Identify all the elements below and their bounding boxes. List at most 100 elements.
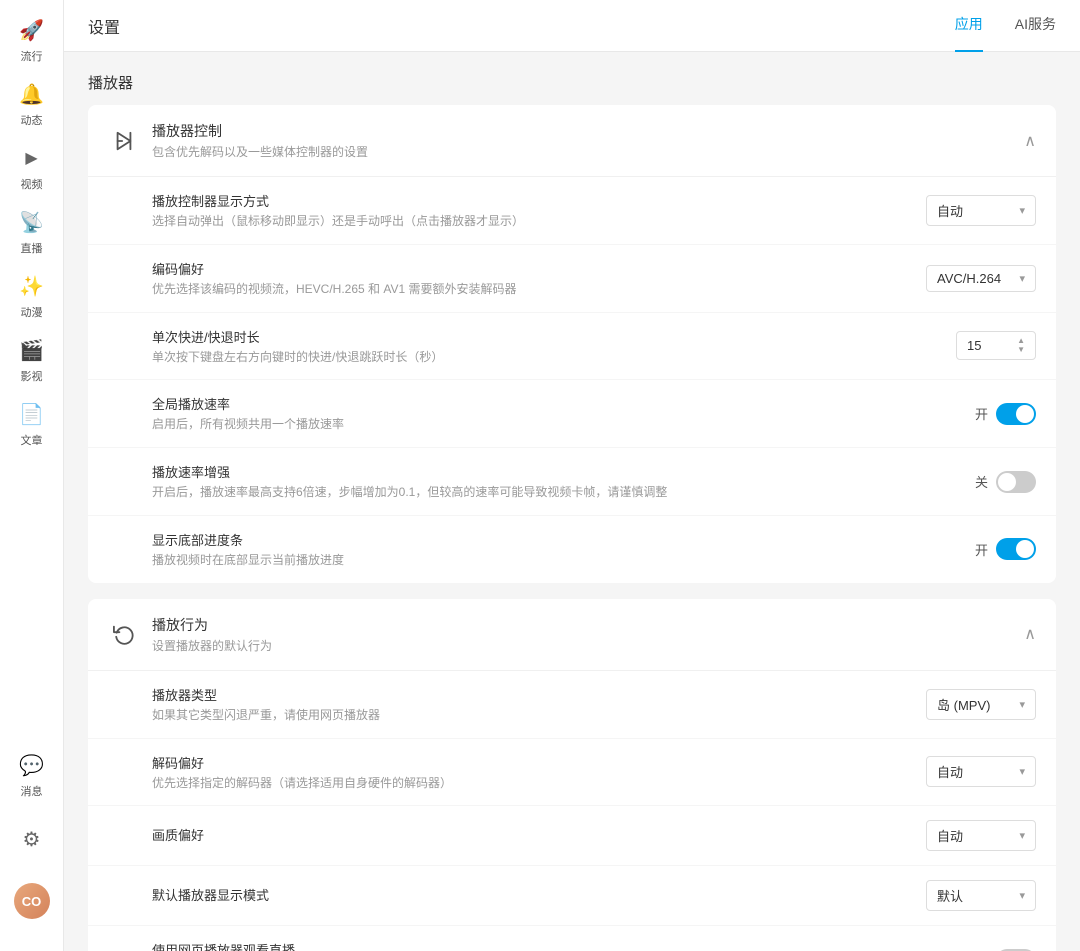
row-desc: 启用后，所有视频共用一个播放速率 [152, 416, 975, 433]
card-title: 播放行为 [152, 615, 1024, 635]
message-icon: 💬 [18, 751, 46, 779]
row-right: 开 [975, 538, 1036, 560]
row-player-type: 播放器类型 如果其它类型闪退严重，请使用网页播放器 岛 (MPV) ▾ [88, 671, 1056, 739]
sidebar-item-article[interactable]: 📄 文章 [0, 392, 64, 456]
card-header-player-behavior[interactable]: 播放行为 设置播放器的默认行为 ∧ [88, 599, 1056, 671]
number-skip[interactable]: 15 ▲ ▼ [956, 331, 1036, 360]
row-desc: 单次按下键盘左右方向键时的快进/快退跳跃时长（秒） [152, 349, 956, 366]
sidebar-item-avatar[interactable]: CO [0, 871, 64, 935]
dynamic-icon: 🔔 [18, 80, 46, 108]
row-left: 单次快进/快退时长 单次按下键盘左右方向键时的快进/快退跳跃时长（秒） [152, 327, 956, 366]
sidebar-item-message[interactable]: 💬 消息 [0, 743, 64, 807]
number-value: 15 [967, 338, 981, 353]
card-player-control: 播放器控制 包含优先解码以及一些媒体控制器的设置 ∧ 播放控制器显示方式 选择自… [88, 105, 1056, 583]
trending-icon: 🚀 [18, 16, 46, 44]
sidebar-label-trending: 流行 [21, 48, 43, 64]
select-player-type[interactable]: 岛 (MPV) ▾ [926, 689, 1036, 720]
toggle-knob [998, 473, 1016, 491]
row-title: 默认播放器显示模式 [152, 885, 926, 904]
page-title: 设置 [88, 14, 120, 38]
select-value: 自动 [937, 762, 963, 781]
row-title: 单次快进/快退时长 [152, 327, 956, 346]
row-right: 默认 ▾ [926, 880, 1036, 911]
card-header-text: 播放器控制 包含优先解码以及一些媒体控制器的设置 [152, 121, 1024, 160]
sidebar-label-anime: 动漫 [21, 304, 43, 320]
row-left: 画质偏好 [152, 825, 926, 847]
row-right: AVC/H.264 ▾ [926, 265, 1036, 292]
sidebar-bottom: 💬 消息 ⚙ CO [0, 743, 64, 951]
sidebar-item-live[interactable]: 📡 直播 [0, 200, 64, 264]
content-area: 播放器 播放器控制 包含优先解码以及一些媒体控制器的设置 ∧ [64, 52, 1080, 951]
row-display-default: 默认播放器显示模式 默认 ▾ [88, 866, 1056, 926]
row-right: 自动 ▾ [926, 756, 1036, 787]
toggle-knob [1016, 405, 1034, 423]
row-left: 默认播放器显示模式 [152, 885, 926, 907]
toggle-rate-boost[interactable] [996, 471, 1036, 493]
chevron-down-icon: ▾ [1019, 698, 1025, 711]
sidebar-item-film[interactable]: 🎬 影视 [0, 328, 64, 392]
row-title: 编码偏好 [152, 259, 926, 278]
row-left: 解码偏好 优先选择指定的解码器（请选择适用自身硬件的解码器） [152, 753, 926, 792]
header-tabs: 应用 AI服务 [955, 14, 1056, 38]
toggle-label: 关 [975, 472, 988, 491]
number-arrows[interactable]: ▲ ▼ [1017, 337, 1025, 354]
row-left: 使用网页播放器观看直播 如果本机观看直播体验不佳，请打开此选项在网页中观看 [152, 940, 975, 951]
arrow-down-icon[interactable]: ▼ [1017, 346, 1025, 354]
collapse-icon: ∧ [1024, 131, 1036, 151]
select-codec[interactable]: AVC/H.264 ▾ [926, 265, 1036, 292]
sidebar-item-settings[interactable]: ⚙ [0, 807, 64, 871]
arrow-up-icon[interactable]: ▲ [1017, 337, 1025, 345]
row-desc: 播放视频时在底部显示当前播放进度 [152, 552, 975, 569]
select-value: AVC/H.264 [937, 271, 1001, 286]
settings-icon: ⚙ [18, 825, 46, 853]
row-desc: 优先选择该编码的视频流，HEVC/H.265 和 AV1 需要额外安装解码器 [152, 281, 926, 298]
row-right: 自动 ▾ [926, 820, 1036, 851]
tab-app[interactable]: 应用 [955, 14, 983, 38]
row-right: 开 [975, 403, 1036, 425]
row-left: 播放器类型 如果其它类型闪退严重，请使用网页播放器 [152, 685, 926, 724]
chevron-down-icon: ▾ [1019, 204, 1025, 217]
row-title: 使用网页播放器观看直播 [152, 940, 975, 951]
header: 设置 应用 AI服务 [64, 0, 1080, 52]
row-left: 显示底部进度条 播放视频时在底部显示当前播放进度 [152, 530, 975, 569]
chevron-down-icon: ▾ [1019, 765, 1025, 778]
row-web-live: 使用网页播放器观看直播 如果本机观看直播体验不佳，请打开此选项在网页中观看 关 [88, 926, 1056, 951]
select-quality[interactable]: 自动 ▾ [926, 820, 1036, 851]
card-title: 播放器控制 [152, 121, 1024, 141]
toggle-global-rate[interactable] [996, 403, 1036, 425]
chevron-down-icon: ▾ [1019, 889, 1025, 902]
row-display-mode: 播放控制器显示方式 选择自动弹出（鼠标移动即显示）还是手动呼出（点击播放器才显示… [88, 177, 1056, 245]
sidebar-item-dynamic[interactable]: 🔔 动态 [0, 72, 64, 136]
sidebar: 🚀 流行 🔔 动态 ▶ 视频 📡 直播 ✨ 动漫 🎬 影视 📄 文章 💬 消息 … [0, 0, 64, 951]
row-title: 播放器类型 [152, 685, 926, 704]
toggle-label: 开 [975, 540, 988, 559]
card-player-behavior: 播放行为 设置播放器的默认行为 ∧ 播放器类型 如果其它类型闪退严重，请使用网页… [88, 599, 1056, 951]
section-title: 播放器 [88, 72, 1056, 93]
chevron-down-icon: ▾ [1019, 272, 1025, 285]
card-header-player-control[interactable]: 播放器控制 包含优先解码以及一些媒体控制器的设置 ∧ [88, 105, 1056, 177]
sidebar-item-trending[interactable]: 🚀 流行 [0, 8, 64, 72]
row-left: 编码偏好 优先选择该编码的视频流，HEVC/H.265 和 AV1 需要额外安装… [152, 259, 926, 298]
sidebar-item-anime[interactable]: ✨ 动漫 [0, 264, 64, 328]
card-desc: 包含优先解码以及一些媒体控制器的设置 [152, 143, 1024, 160]
tab-ai[interactable]: AI服务 [1015, 14, 1056, 38]
row-desc: 开启后，播放速率最高支持6倍速，步幅增加为0.1，但较高的速率可能导致视频卡帧，… [152, 484, 975, 501]
row-title: 播放速率增强 [152, 462, 975, 481]
select-value: 默认 [937, 886, 963, 905]
row-desc: 选择自动弹出（鼠标移动即显示）还是手动呼出（点击播放器才显示） [152, 213, 926, 230]
sidebar-label-message: 消息 [21, 783, 43, 799]
select-display-mode[interactable]: 自动 ▾ [926, 195, 1036, 226]
sidebar-label-live: 直播 [21, 240, 43, 256]
select-decode[interactable]: 自动 ▾ [926, 756, 1036, 787]
row-desc: 如果其它类型闪退严重，请使用网页播放器 [152, 707, 926, 724]
chevron-down-icon: ▾ [1019, 829, 1025, 842]
sidebar-item-video[interactable]: ▶ 视频 [0, 136, 64, 200]
row-right: 岛 (MPV) ▾ [926, 689, 1036, 720]
card-header-text: 播放行为 设置播放器的默认行为 [152, 615, 1024, 654]
toggle-progress-bar[interactable] [996, 538, 1036, 560]
row-right: 15 ▲ ▼ [956, 331, 1036, 360]
player-control-icon [108, 125, 140, 157]
select-display-default[interactable]: 默认 ▾ [926, 880, 1036, 911]
sidebar-label-dynamic: 动态 [21, 112, 43, 128]
row-left: 全局播放速率 启用后，所有视频共用一个播放速率 [152, 394, 975, 433]
